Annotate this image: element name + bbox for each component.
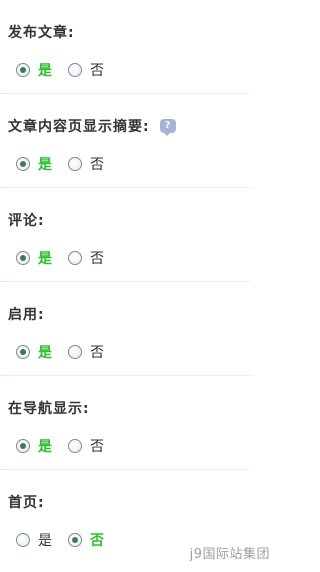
setting-label: 在导航显示: bbox=[8, 401, 90, 417]
radio-option-yes[interactable]: 是 bbox=[16, 530, 52, 550]
radio-group: 是 否 bbox=[16, 436, 120, 456]
option-label: 否 bbox=[90, 251, 104, 267]
radio-option-yes[interactable]: 是 bbox=[16, 436, 52, 456]
radio-button[interactable] bbox=[68, 251, 82, 265]
option-label: 是 bbox=[38, 63, 52, 79]
radio-option-yes[interactable]: 是 bbox=[16, 60, 52, 80]
radio-option-no[interactable]: 否 bbox=[68, 154, 104, 174]
radio-button[interactable] bbox=[68, 439, 82, 453]
setting-enable: 启用: 是 否 bbox=[0, 282, 252, 376]
radio-group: 是 否 bbox=[16, 154, 120, 174]
setting-show-summary: 文章内容页显示摘要: ? 是 否 bbox=[0, 94, 252, 188]
radio-button-checked[interactable] bbox=[16, 63, 30, 77]
label-row: 发布文章: bbox=[8, 22, 75, 42]
setting-label: 文章内容页显示摘要: bbox=[8, 119, 150, 135]
option-label: 是 bbox=[38, 439, 52, 455]
label-row: 在导航显示: bbox=[8, 398, 90, 418]
option-label: 否 bbox=[90, 345, 104, 361]
radio-option-yes[interactable]: 是 bbox=[16, 154, 52, 174]
label-row: 评论: bbox=[8, 210, 45, 230]
radio-button[interactable] bbox=[16, 533, 30, 547]
radio-button[interactable] bbox=[68, 345, 82, 359]
radio-option-yes[interactable]: 是 bbox=[16, 248, 52, 268]
setting-label: 启用: bbox=[8, 307, 45, 323]
radio-option-no[interactable]: 否 bbox=[68, 60, 104, 80]
radio-group: 是 否 bbox=[16, 530, 120, 550]
radio-option-no[interactable]: 否 bbox=[68, 530, 104, 550]
radio-option-no[interactable]: 否 bbox=[68, 436, 104, 456]
setting-comments: 评论: 是 否 bbox=[0, 188, 252, 282]
option-label: 否 bbox=[90, 533, 104, 549]
label-row: 启用: bbox=[8, 304, 45, 324]
setting-publish-article: 发布文章: 是 否 bbox=[0, 0, 252, 94]
radio-button-checked[interactable] bbox=[16, 157, 30, 171]
radio-button[interactable] bbox=[68, 157, 82, 171]
setting-label: 发布文章: bbox=[8, 25, 75, 41]
watermark: j9国际站集团 bbox=[189, 547, 270, 562]
radio-button-checked[interactable] bbox=[68, 533, 82, 547]
setting-label: 首页: bbox=[8, 495, 45, 511]
radio-button-checked[interactable] bbox=[16, 439, 30, 453]
radio-group: 是 否 bbox=[16, 60, 120, 80]
help-icon[interactable]: ? bbox=[159, 119, 176, 136]
radio-option-no[interactable]: 否 bbox=[68, 248, 104, 268]
option-label: 否 bbox=[90, 157, 104, 173]
radio-group: 是 否 bbox=[16, 248, 120, 268]
option-label: 是 bbox=[38, 533, 52, 549]
option-label: 是 bbox=[38, 345, 52, 361]
radio-button-checked[interactable] bbox=[16, 251, 30, 265]
settings-panel: 发布文章: 是 否 文章内容页显示摘要: ? 是 否 评论: 是 否 启用: 是… bbox=[0, 0, 252, 564]
radio-option-no[interactable]: 否 bbox=[68, 342, 104, 362]
setting-label: 评论: bbox=[8, 213, 45, 229]
option-label: 否 bbox=[90, 439, 104, 455]
radio-button[interactable] bbox=[68, 63, 82, 77]
radio-group: 是 否 bbox=[16, 342, 120, 362]
label-row: 首页: bbox=[8, 492, 45, 512]
option-label: 是 bbox=[38, 251, 52, 267]
label-row: 文章内容页显示摘要: ? bbox=[8, 116, 176, 136]
setting-show-in-nav: 在导航显示: 是 否 bbox=[0, 376, 252, 470]
radio-button-checked[interactable] bbox=[16, 345, 30, 359]
option-label: 否 bbox=[90, 63, 104, 79]
radio-option-yes[interactable]: 是 bbox=[16, 342, 52, 362]
option-label: 是 bbox=[38, 157, 52, 173]
